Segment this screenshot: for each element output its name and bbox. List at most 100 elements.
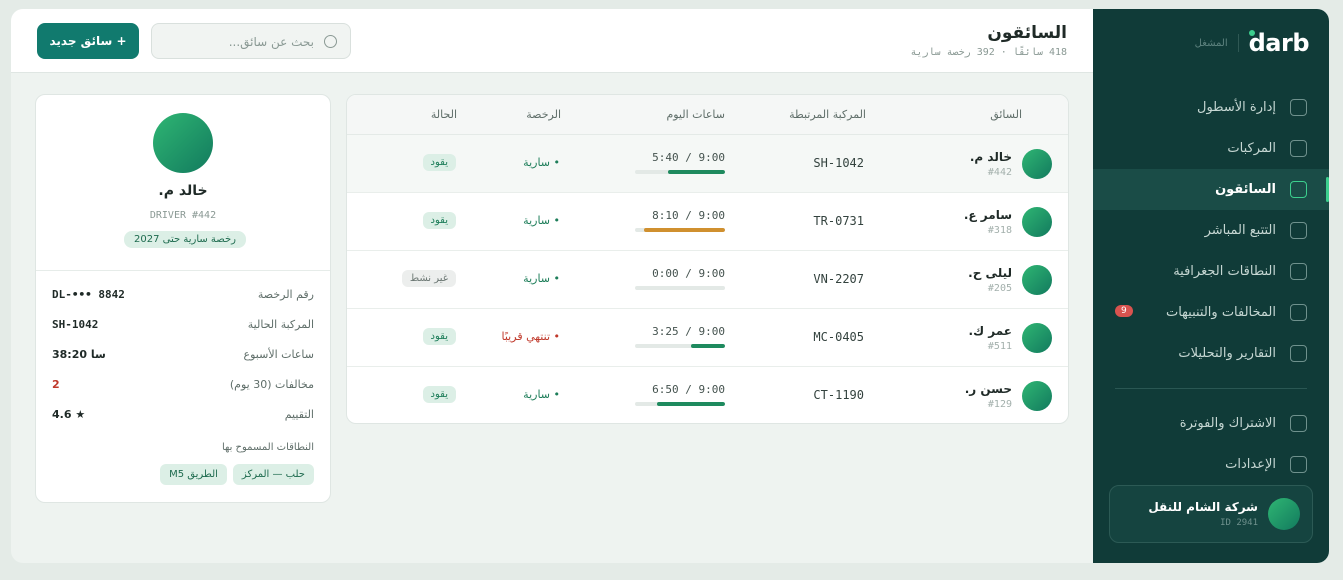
hours-text: 5:40 / 9:00: [652, 151, 725, 164]
hours-progress-fill: [656, 402, 725, 406]
profile-field-rating: التقييم 4.6 ★: [52, 408, 314, 424]
sidebar-item-label: إدارة الأسطول: [1197, 100, 1276, 115]
sidebar-item-drivers[interactable]: السائقون: [1093, 169, 1329, 210]
allowed-zones-title: النطاقات المسموح بها: [221, 442, 314, 453]
profile-name: خالد م.: [158, 183, 208, 199]
driver-avatar: [1022, 381, 1052, 411]
linked-vehicle[interactable]: MC-0405: [813, 330, 864, 344]
linked-vehicle[interactable]: SH-1042: [813, 156, 864, 170]
sidebar-item-label: النطاقات الجغرافية: [1173, 264, 1276, 279]
hours-progress-bar: [635, 402, 725, 406]
tracking-icon: [1290, 222, 1307, 239]
sidebar-item-fleet[interactable]: إدارة الأسطول: [1093, 87, 1329, 128]
column-header-license[interactable]: الرخصة: [526, 108, 561, 121]
status-badge: يقود: [422, 212, 456, 229]
allowed-zones: حلب — المركز الطريق M5: [160, 464, 314, 485]
status-badge: يقود: [422, 328, 456, 345]
driver-name[interactable]: خالد م.: [970, 150, 1012, 164]
search-placeholder: بحث عن سائق...: [228, 35, 314, 49]
field-label: رقم الرخصة: [257, 288, 314, 301]
zone-chip[interactable]: الطريق M5: [160, 464, 227, 485]
table-row[interactable]: سامر ع. #318 TR-0731 8:10 / 9:00 • سارية يقود: [347, 193, 1068, 251]
table-row[interactable]: ليلى ح. #205 VN-2207 0:00 / 9:00 • سارية غير …: [347, 251, 1068, 309]
sidebar-divider: [1115, 388, 1307, 389]
linked-vehicle[interactable]: TR-0731: [813, 214, 864, 228]
profile-field-current-vehicle: المركبة الحالية SH-1042: [52, 318, 314, 334]
table-header: السائق المركبة المرتبطة ساعات اليوم الرخ…: [347, 95, 1068, 135]
driver-avatar: [153, 113, 213, 173]
page-header: السائقون 418 سائقًا · 392 رخصة سارية بحث…: [11, 9, 1093, 73]
company-name: شركة الشام للنقل: [1148, 500, 1258, 514]
company-id: ID 2941: [1220, 518, 1258, 528]
profile-divider: [36, 270, 330, 271]
table-body: خالد م. #442 SH-1042 5:40 / 9:00 • سارية يقود…: [347, 135, 1068, 423]
hours-progress-fill: [668, 170, 725, 174]
table-row[interactable]: خالد م. #442 SH-1042 5:40 / 9:00 • سارية يقود: [347, 135, 1068, 193]
search-input[interactable]: بحث عن سائق...: [151, 23, 351, 59]
driver-avatar: [1022, 149, 1052, 179]
drivers-icon: [1290, 181, 1307, 198]
settings-icon: [1290, 456, 1307, 473]
column-header-status[interactable]: الحالة: [431, 108, 457, 121]
hours-text: 3:25 / 9:00: [652, 325, 725, 338]
license-status: • تنتهي قريبًا: [501, 330, 560, 343]
driver-profile-card: خالد م. DRIVER #442 رخصة سارية حتى 2027 …: [35, 94, 331, 503]
today-hours: 6:50 / 9:00: [635, 383, 725, 406]
hours-progress-fill: [644, 228, 725, 232]
today-hours: 5:40 / 9:00: [635, 151, 725, 174]
sidebar-item-label: المركبات: [1227, 141, 1276, 156]
sidebar-item-geofences[interactable]: النطاقات الجغرافية: [1093, 251, 1329, 292]
field-value: 4.6 ★: [52, 408, 86, 421]
sidebar-item-violations[interactable]: المخالفات والتنبيهات 9: [1093, 292, 1329, 333]
brand-logo[interactable]: darb: [1248, 29, 1310, 57]
field-value: SH-1042: [52, 318, 99, 331]
page-subtitle: 418 سائقًا · 392 رخصة سارية: [910, 47, 1067, 58]
driver-name[interactable]: حسن ر.: [965, 382, 1012, 396]
hours-progress-bar: [635, 286, 725, 290]
linked-vehicle[interactable]: VN-2207: [813, 272, 864, 286]
driver-name[interactable]: سامر ع.: [964, 208, 1012, 222]
profile-field-violations: مخالفات (30 يوم) 2: [52, 378, 314, 394]
sidebar-item-reports[interactable]: التقارير والتحليلات: [1093, 333, 1329, 374]
vehicles-icon: [1290, 140, 1307, 157]
driver-name[interactable]: ليلى ح.: [968, 266, 1012, 280]
geofence-icon: [1290, 263, 1307, 280]
driver-id: #442: [987, 167, 1012, 178]
hours-progress-bar: [635, 344, 725, 348]
sidebar-item-billing[interactable]: الاشتراك والفوترة: [1093, 403, 1329, 444]
alert-icon: [1290, 304, 1307, 321]
hours-text: 6:50 / 9:00: [652, 383, 725, 396]
linked-vehicle[interactable]: CT-1190: [813, 388, 864, 402]
table-row[interactable]: حسن ر. #129 CT-1190 6:50 / 9:00 • سارية يقود: [347, 367, 1068, 423]
sidebar-item-label: الاشتراك والفوترة: [1179, 416, 1276, 431]
field-label: المركبة الحالية: [247, 318, 314, 331]
license-status: • سارية: [523, 272, 560, 285]
app-window: darb المشغل إدارة الأسطول المركبات السائ…: [11, 9, 1329, 563]
column-header-driver[interactable]: السائق: [990, 108, 1022, 121]
sidebar-item-settings[interactable]: الإعدادات: [1093, 444, 1329, 485]
sidebar-item-label: التقارير والتحليلات: [1178, 346, 1276, 361]
brand-subtitle: المشغل: [1194, 37, 1228, 49]
today-hours: 8:10 / 9:00: [635, 209, 725, 232]
profile-code: DRIVER #442: [149, 210, 217, 221]
today-hours: 0:00 / 9:00: [635, 267, 725, 290]
company-card[interactable]: شركة الشام للنقل ID 2941: [1109, 485, 1313, 543]
reports-icon: [1290, 345, 1307, 362]
driver-id: #129: [987, 399, 1012, 410]
hours-progress-bar: [635, 228, 725, 232]
sidebar-item-label: الإعدادات: [1225, 457, 1276, 472]
company-avatar: [1268, 498, 1300, 530]
license-status: • سارية: [523, 156, 560, 169]
status-badge: يقود: [422, 154, 456, 171]
search-icon: [324, 35, 337, 48]
status-badge: يقود: [422, 386, 456, 403]
column-header-hours[interactable]: ساعات اليوم: [666, 108, 725, 121]
table-row[interactable]: عمر ك. #511 MC-0405 3:25 / 9:00 • تنتهي قريب…: [347, 309, 1068, 367]
column-header-vehicle[interactable]: المركبة المرتبطة: [789, 108, 866, 121]
sidebar-item-vehicles[interactable]: المركبات: [1093, 128, 1329, 169]
driver-id: #205: [987, 283, 1012, 294]
sidebar-item-live-tracking[interactable]: التتبع المباشر: [1093, 210, 1329, 251]
add-driver-button[interactable]: + سائق جديد: [37, 23, 139, 59]
zone-chip[interactable]: حلب — المركز: [232, 464, 314, 485]
driver-name[interactable]: عمر ك.: [969, 324, 1012, 338]
